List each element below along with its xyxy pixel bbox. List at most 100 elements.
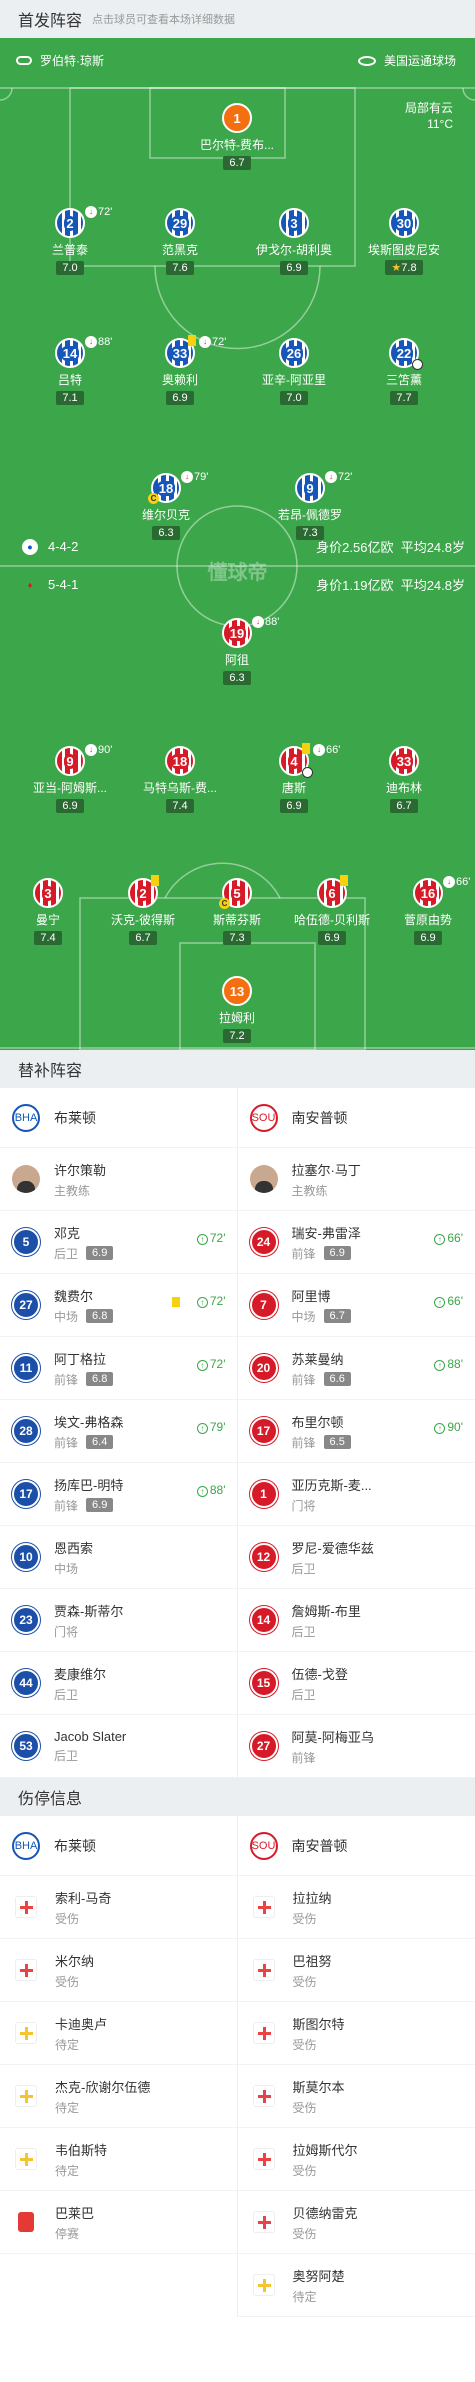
sub-player-row[interactable]: 15 伍德-戈登 后卫	[237, 1652, 475, 1715]
player-position: 前锋 6.9	[292, 1245, 361, 1262]
player-info: 贝德纳雷克 受伤	[293, 2203, 358, 2242]
player-info: 詹姆斯-布里 后卫	[292, 1601, 361, 1640]
player-name: 亚辛-阿亚里	[262, 373, 326, 387]
sub-player-row[interactable]: 20 苏莱曼纳 前锋 6.6 ↑ 88'	[237, 1337, 475, 1400]
lineup-header: 首发阵容 点击球员可查看本场详细数据	[0, 0, 475, 38]
doubtful-cross-icon	[252, 2274, 275, 2296]
position-label: 前锋	[54, 1435, 79, 1450]
brighton-badge-icon: ●	[22, 538, 38, 555]
away-coach[interactable]: 拉塞尔·马丁 主教练	[237, 1148, 475, 1211]
sub-player-row[interactable]: 53 Jacob Slater 后卫	[0, 1715, 238, 1778]
player-rating: 6.7	[223, 156, 251, 170]
player-q1[interactable]: 19 ↓ 88' 阿徂 6.3	[192, 616, 282, 686]
injury-row[interactable]: 米尔纳 受伤	[0, 1939, 238, 2002]
player-q11[interactable]: 13 拉姆利 7.2	[192, 976, 282, 1044]
player-rating: 7.0	[56, 261, 84, 275]
player-p10[interactable]: 18 C ↓ 79' 维尔贝克 6.3	[121, 471, 211, 541]
player-name: 米尔纳	[55, 1953, 95, 1969]
player-name: 范黑克	[161, 243, 198, 257]
injury-row[interactable]: 斯图尔特 受伤	[237, 2002, 475, 2065]
sub-player-row[interactable]: 7 阿里博 中场 6.7 ↑ 66'	[237, 1274, 475, 1337]
injury-row[interactable]: 索利-马奇 受伤	[0, 1876, 238, 1939]
sub-player-row[interactable]: 1 亚历克斯-麦... 门将	[237, 1463, 475, 1526]
injury-row[interactable]: 拉拉纳 受伤	[237, 1876, 475, 1939]
player-rating: 6.3	[152, 526, 180, 540]
sub-player-row[interactable]: 23 贾森-斯蒂尔 门将	[0, 1589, 238, 1652]
sub-player-row[interactable]: 27 魏费尔 中场 6.8 ↑ 72'	[0, 1274, 238, 1337]
subs-header: 替补阵容	[0, 1050, 475, 1088]
player-name: Jacob Slater	[54, 1728, 127, 1744]
away-team-row[interactable]: SOU 南安普顿	[237, 1088, 475, 1148]
player-p11[interactable]: 9 ↓ 72' 若昂-佩德罗 7.3	[265, 471, 355, 541]
injury-row[interactable]: 贝德纳雷克 受伤	[237, 2191, 475, 2254]
southampton-badge-icon: SOU	[249, 1103, 278, 1132]
rating-value: 6.7	[396, 800, 412, 812]
sub-minute: 88'	[447, 1357, 463, 1371]
star-icon: ★	[391, 262, 402, 274]
player-rating: 7.2	[223, 1029, 251, 1043]
away-team-row[interactable]: SOU 南安普顿	[237, 1816, 475, 1876]
player-rating: 6.5	[323, 1435, 351, 1449]
sub-player-row[interactable]: 12 罗尼-爱德华兹 后卫	[237, 1526, 475, 1589]
sub-player-row[interactable]: 44 麦康维尔 后卫	[0, 1652, 238, 1715]
sub-player-row[interactable]: 24 瑞安-弗雷泽 前锋 6.9 ↑ 66'	[237, 1211, 475, 1274]
sub-player-row[interactable]: 28 埃文-弗格森 前锋 6.4 ↑ 79'	[0, 1400, 238, 1463]
injury-row[interactable]: 巴莱巴 停赛	[0, 2191, 238, 2254]
injury-row[interactable]: 韦伯斯特 待定	[0, 2128, 238, 2191]
sub-player-row[interactable]: 17 扬库巴-明特 前锋 6.9 ↑ 88'	[0, 1463, 238, 1526]
sub-player-row[interactable]: 11 阿丁格拉 前锋 6.8 ↑ 72'	[0, 1337, 238, 1400]
player-q4[interactable]: 4 ↓ 66' 唐斯 6.9	[249, 743, 340, 814]
player-info: 奥努阿楚 待定	[293, 2266, 345, 2305]
player-p2[interactable]: 2 ↓ 72' 兰普泰 7.0	[25, 206, 115, 276]
player-p6[interactable]: 14 ↓ 88' 吕特 7.1	[25, 336, 115, 406]
home-team-row[interactable]: BHA 布莱顿	[0, 1816, 238, 1876]
player-q6[interactable]: 3 曼宁 7.4	[3, 878, 93, 946]
rating-value: 7.7	[396, 392, 412, 404]
player-name: 魏费尔	[54, 1288, 94, 1304]
home-coach[interactable]: 许尔策勒 主教练	[0, 1148, 238, 1211]
subs-title: 替补阵容	[18, 1063, 83, 1080]
player-name: 拉姆斯代尔	[292, 2142, 358, 2158]
player-p3[interactable]: 29 范黑克 7.6	[135, 208, 225, 276]
injury-row[interactable]: 拉姆斯代尔 受伤	[237, 2128, 475, 2191]
player-name: 拉拉纳	[292, 1890, 332, 1906]
position-label: 后卫	[54, 1687, 79, 1702]
player-q10[interactable]: 16 ↓ 66' 菅原由势 6.9	[383, 876, 473, 946]
injury-row[interactable]: 奥努阿楚 待定	[237, 2254, 475, 2317]
player-p4[interactable]: 3 伊戈尔-胡利奥 6.9	[249, 208, 339, 276]
player-p9[interactable]: 22 三笘薰 7.7	[359, 338, 449, 406]
injury-status: 待定	[55, 2037, 80, 2052]
player-p1[interactable]: 1 巴尔特-费布... 6.7	[192, 103, 282, 171]
player-q8[interactable]: 5 C 斯蒂芬斯 7.3	[192, 878, 282, 946]
sub-player-row[interactable]: 27 阿莫-阿梅亚乌 前锋	[237, 1715, 475, 1778]
position-label: 前锋	[54, 1498, 79, 1513]
home-team-row[interactable]: BHA 布莱顿	[0, 1088, 238, 1148]
player-q2[interactable]: 9 ↓ 90' 亚当-阿姆斯... 6.9	[25, 744, 115, 814]
player-p8[interactable]: 26 亚辛-阿亚里 7.0	[249, 338, 339, 406]
rating-value: 7.4	[40, 932, 56, 944]
player-position: 后卫	[54, 1747, 126, 1764]
injury-row[interactable]: 卡迪奥卢 待定	[0, 2002, 238, 2065]
player-p5[interactable]: 30 埃斯图皮尼安 ★7.8	[359, 208, 449, 276]
sub-player-row[interactable]: 14 詹姆斯-布里 后卫	[237, 1589, 475, 1652]
sub-player-row[interactable]: 5 邓克 后卫 6.9 ↑ 72'	[0, 1211, 238, 1274]
doubtful-cross-icon	[15, 2085, 37, 2107]
player-q3[interactable]: 18 马特乌斯-费... 7.4	[135, 746, 225, 814]
injury-row[interactable]: 杰克-欣谢尔伍德 待定	[0, 2065, 238, 2128]
player-p7[interactable]: 33 ↓ 72' 奥赖利 6.9	[135, 335, 226, 406]
injury-row[interactable]: 斯莫尔本 受伤	[237, 2065, 475, 2128]
player-rating: 7.6	[166, 261, 194, 275]
southampton-badge-icon: ♦	[27, 579, 33, 590]
jersey-icon: 5C	[219, 878, 252, 909]
injury-row[interactable]: 巴祖努 受伤	[237, 1939, 475, 2002]
position-label: 前锋	[291, 1750, 316, 1765]
player-q7[interactable]: 2 沃克-彼得斯 6.7	[98, 875, 188, 946]
sub-arrow-icon: ↓	[85, 744, 97, 757]
sub-player-row[interactable]: 10 恩西索 中场	[0, 1526, 238, 1589]
position-label: 后卫	[291, 1561, 316, 1576]
player-position: 前锋 6.9	[54, 1497, 123, 1514]
player-q5[interactable]: 33 迪布林 6.7	[359, 746, 449, 814]
player-info: 麦康维尔 后卫	[54, 1664, 106, 1703]
sub-player-row[interactable]: 17 布里尔顿 前锋 6.5 ↑ 90'	[237, 1400, 475, 1463]
player-q9[interactable]: 6 哈伍德-贝利斯 6.9	[287, 875, 377, 946]
